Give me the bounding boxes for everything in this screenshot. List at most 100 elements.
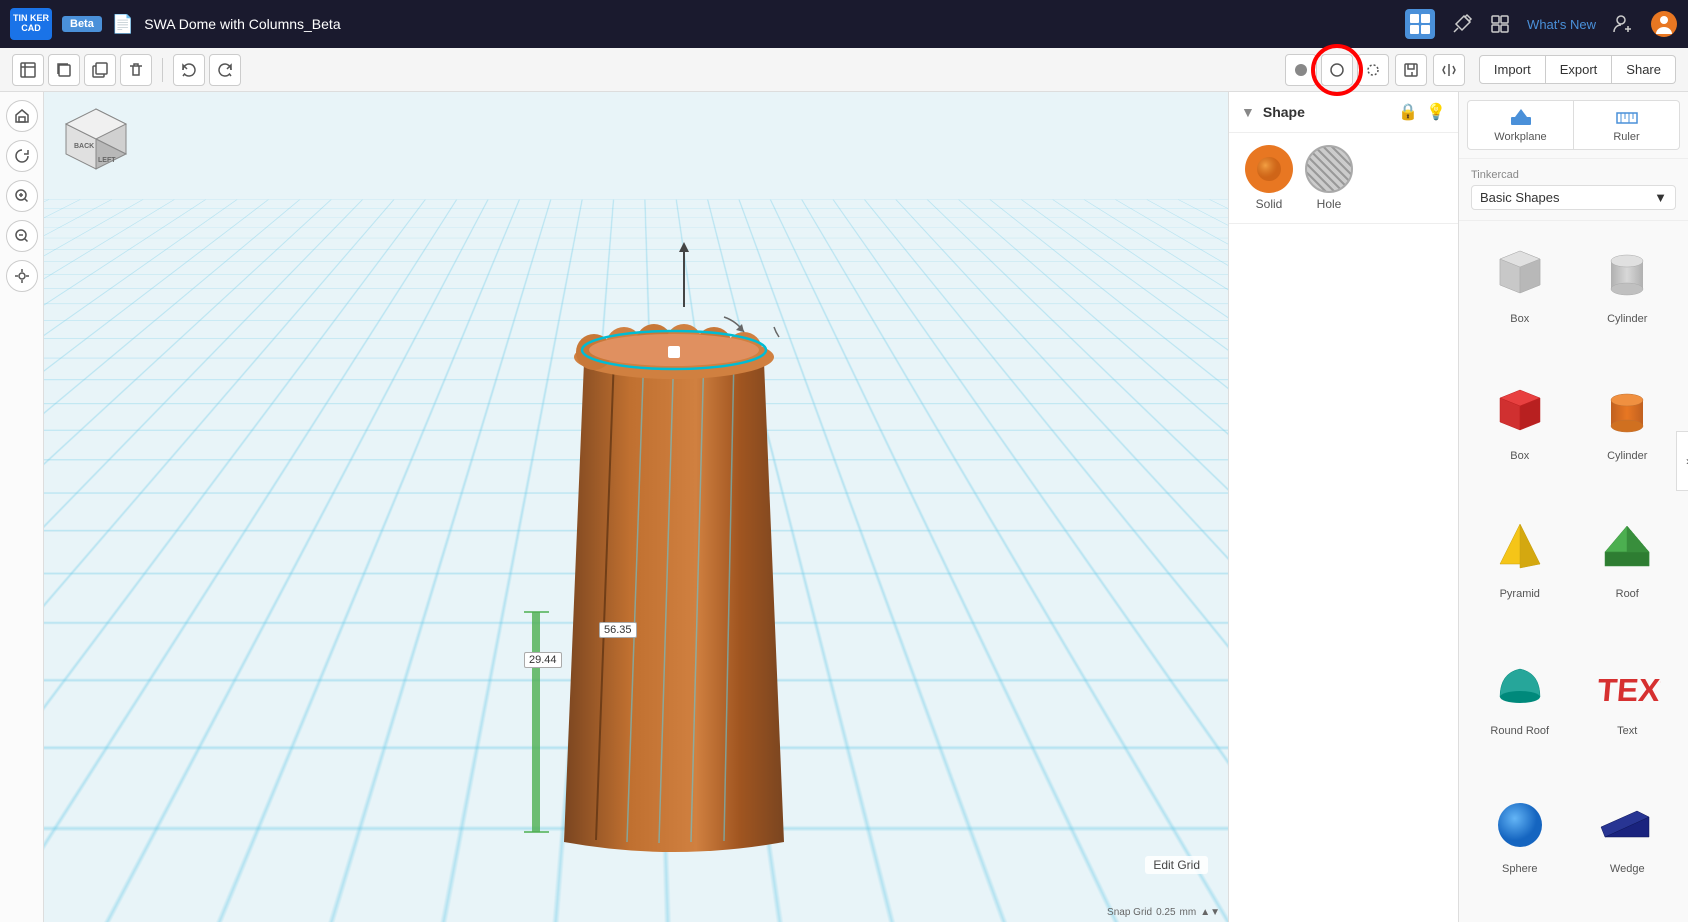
solid-label: Solid [1256, 197, 1283, 211]
new-button[interactable] [12, 54, 44, 86]
duplicate-button[interactable] [84, 54, 116, 86]
ruler-label: Ruler [1613, 131, 1639, 143]
sphere-label: Sphere [1502, 863, 1537, 875]
lock-icon[interactable]: 🔒 [1398, 102, 1418, 122]
round-roof-visual [1484, 649, 1556, 721]
add-user-button[interactable] [1612, 13, 1634, 35]
shape-item-wedge[interactable]: Wedge [1575, 779, 1681, 914]
fit-all-button[interactable] [6, 260, 38, 292]
snap-grid-arrows[interactable]: ▲▼ [1200, 907, 1220, 918]
shape-item-pyramid[interactable]: Pyramid [1467, 504, 1573, 639]
zoom-out-button[interactable] [6, 220, 38, 252]
edit-grid-button[interactable]: Edit Grid [1145, 856, 1208, 874]
shape-item-cylinder-orange[interactable]: Cylinder [1575, 366, 1681, 501]
category-label: Basic Shapes [1480, 190, 1560, 205]
shape-item-text[interactable]: TEXT Text [1575, 641, 1681, 776]
view-side-button[interactable] [1357, 54, 1389, 86]
workplane-label: Workplane [1494, 131, 1546, 143]
panel-collapse-button[interactable]: ▼ [1241, 104, 1255, 120]
beta-badge: Beta [62, 16, 102, 32]
mirror-button[interactable] [1433, 54, 1465, 86]
shape-item-sphere[interactable]: Sphere [1467, 779, 1573, 914]
shape-item-box-grey[interactable]: Box [1467, 229, 1573, 364]
rotate-view-button[interactable] [6, 140, 38, 172]
view-ortho-button[interactable] [1321, 54, 1353, 86]
cylinder-orange-visual [1591, 374, 1663, 446]
category-dropdown[interactable]: Basic Shapes ▼ [1471, 185, 1676, 210]
dimension-label-1: 56.35 [599, 622, 637, 638]
export-button[interactable]: Export [1546, 55, 1613, 84]
viewport[interactable]: BACK LEFT [44, 92, 1228, 922]
left-nav [0, 92, 44, 922]
view-ortho-container [1321, 54, 1353, 86]
box-grey-label: Box [1510, 313, 1529, 325]
snap-grid-info: Snap Grid 0.25 mm ▲▼ [1107, 907, 1220, 918]
shape-item-round-roof[interactable]: Round Roof [1467, 641, 1573, 776]
roof-label: Roof [1616, 588, 1639, 600]
action-buttons: Import Export Share [1479, 55, 1676, 84]
svg-text:LEFT: LEFT [98, 157, 116, 164]
dimension-label-2: 29.44 [524, 652, 562, 668]
ruler-button[interactable]: Ruler [1574, 100, 1680, 150]
user-profile-button[interactable] [1650, 10, 1678, 38]
top-bar-right: What's New [1405, 9, 1678, 39]
shapes-lib-header: Tinkercad Basic Shapes ▼ [1459, 159, 1688, 221]
undo-button[interactable] [173, 54, 205, 86]
grid-view-button[interactable] [1405, 9, 1435, 39]
tinkercad-logo[interactable]: TIN KER CAD [10, 8, 52, 40]
round-roof-label: Round Roof [1490, 725, 1549, 737]
shape-item-cylinder-grey[interactable]: Cylinder [1575, 229, 1681, 364]
view-perspective-button[interactable] [1285, 54, 1317, 86]
hole-label: Hole [1317, 197, 1342, 211]
document-icon: 📄 [112, 14, 134, 35]
project-name: SWA Dome with Columns_Beta [144, 16, 340, 32]
box-red-label: Box [1510, 450, 1529, 462]
pyramid-visual [1484, 512, 1556, 584]
zoom-in-button[interactable] [6, 180, 38, 212]
snap-grid-unit: mm [1180, 907, 1197, 918]
roof-visual [1591, 512, 1663, 584]
toolbar: Import Export Share [0, 48, 1688, 92]
svg-text:BACK: BACK [74, 143, 94, 150]
dropdown-arrow: ▼ [1654, 190, 1667, 205]
pyramid-label: Pyramid [1500, 588, 1540, 600]
shape-type-row: Solid Hole [1229, 133, 1458, 224]
cylinder-orange-label: Cylinder [1607, 450, 1647, 462]
delete-button[interactable] [120, 54, 152, 86]
redo-button[interactable] [209, 54, 241, 86]
import-button[interactable]: Import [1479, 55, 1546, 84]
solid-type-item[interactable]: Solid [1245, 145, 1293, 211]
light-icon[interactable]: 💡 [1426, 102, 1446, 122]
tools-button[interactable] [1451, 13, 1473, 35]
shape-item-box-red[interactable]: Box [1467, 366, 1573, 501]
provider-label: Tinkercad [1471, 169, 1676, 181]
3d-column-shape[interactable] [524, 242, 824, 902]
toolbar-right: Import Export Share [1285, 54, 1676, 86]
workplane-button[interactable]: Workplane [1467, 100, 1574, 150]
home-view-button[interactable] [6, 100, 38, 132]
hole-icon [1305, 145, 1353, 193]
shapes-grid: Box [1459, 221, 1688, 922]
hole-type-item[interactable]: Hole [1305, 145, 1353, 211]
expand-panel-arrow[interactable]: › [1676, 431, 1688, 491]
whats-new-button[interactable]: What's New [1527, 17, 1596, 32]
main-area: BACK LEFT [0, 92, 1688, 922]
shapes-library: Workplane Ruler Tinkercad Basic Shapes ▼ [1458, 92, 1688, 922]
cube-navigator[interactable]: BACK LEFT [56, 104, 136, 184]
sphere-visual [1484, 787, 1556, 859]
shape-panel: ▼ Shape 🔒 💡 [1228, 92, 1458, 922]
svg-text:TEXT: TEXT [1596, 672, 1661, 708]
top-bar: TIN KER CAD Beta 📄 SWA Dome with Columns… [0, 0, 1688, 48]
snap-grid-value: 0.25 [1156, 907, 1175, 918]
text-label: Text [1617, 725, 1637, 737]
box-grey-visual [1484, 237, 1556, 309]
shape-item-roof[interactable]: Roof [1575, 504, 1681, 639]
cylinder-grey-visual [1591, 237, 1663, 309]
cylinder-grey-label: Cylinder [1607, 313, 1647, 325]
settings-button[interactable] [1489, 13, 1511, 35]
wedge-visual [1591, 787, 1663, 859]
toolbar-separator-1 [162, 58, 163, 82]
copy-button[interactable] [48, 54, 80, 86]
share-button[interactable]: Share [1612, 55, 1676, 84]
save-view-button[interactable] [1395, 54, 1427, 86]
